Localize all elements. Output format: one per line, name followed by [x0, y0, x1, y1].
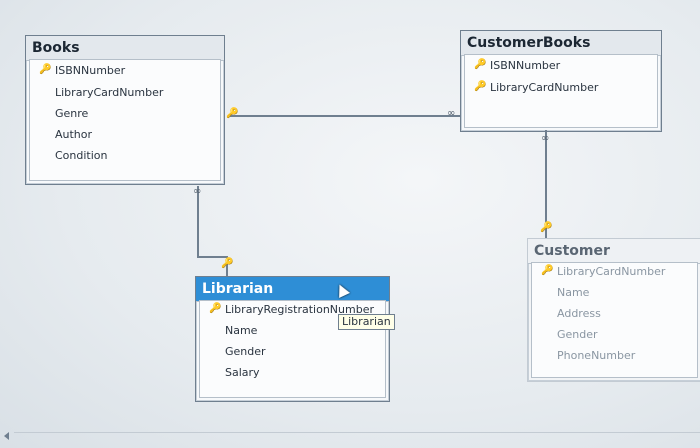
field-label: Salary	[225, 366, 260, 379]
field-label: ISBNNumber	[55, 64, 126, 77]
field-label: Gender	[225, 345, 266, 358]
field-label: ISBNNumber	[490, 59, 561, 72]
infinity-icon: ∞	[193, 186, 202, 197]
field-label: Genre	[55, 107, 89, 120]
key-icon: 🔑	[540, 222, 553, 233]
field-books-condition[interactable]: Condition	[55, 149, 108, 162]
key-icon: 🔑	[39, 64, 52, 75]
table-librarian-title: Librarian	[196, 277, 389, 302]
table-customerbooks-title: CustomerBooks	[461, 31, 661, 56]
key-icon: 🔑	[541, 265, 554, 276]
table-customer-fields: 🔑 LibraryCardNumber Name Address Gender …	[531, 262, 698, 378]
field-label: LibraryCardNumber	[55, 86, 164, 99]
field-label: Author	[55, 128, 93, 141]
field-books-genre[interactable]: Genre	[55, 107, 88, 120]
table-customer-title: Customer	[528, 239, 700, 264]
field-librarian-gender[interactable]: Gender	[225, 345, 266, 358]
key-icon: 🔑	[209, 303, 222, 314]
key-icon: 🔑	[474, 59, 487, 70]
relationship-books-customerbooks[interactable]	[230, 115, 460, 117]
field-customer-address[interactable]: Address	[557, 307, 601, 320]
tooltip-librarian: Librarian	[338, 314, 395, 330]
scroll-left-icon[interactable]	[4, 432, 9, 440]
field-customerbooks-librarycardnumber[interactable]: 🔑 LibraryCardNumber	[474, 81, 599, 94]
key-icon: 🔑	[474, 81, 487, 92]
field-books-librarycardnumber[interactable]: LibraryCardNumber	[55, 86, 163, 99]
key-icon: 🔑	[226, 108, 239, 119]
field-librarian-name[interactable]: Name	[225, 324, 257, 337]
table-books[interactable]: Books 🔑 ISBNNumber LibraryCardNumber Gen…	[25, 35, 225, 185]
table-books-title: Books	[26, 36, 224, 61]
field-label: Address	[557, 307, 601, 320]
field-customer-librarycardnumber[interactable]: 🔑 LibraryCardNumber	[541, 265, 666, 278]
field-label: LibraryCardNumber	[490, 81, 599, 94]
field-librarian-salary[interactable]: Salary	[225, 366, 260, 379]
field-label: Name	[557, 286, 590, 299]
key-icon: 🔑	[221, 258, 234, 269]
table-customer[interactable]: Customer 🔑 LibraryCardNumber Name Addres…	[527, 238, 700, 382]
field-customer-name[interactable]: Name	[557, 286, 589, 299]
field-label: Condition	[55, 149, 108, 162]
table-books-fields: 🔑 ISBNNumber LibraryCardNumber Genre Aut…	[29, 59, 221, 181]
field-books-isbnnumber[interactable]: 🔑 ISBNNumber	[39, 64, 126, 77]
field-customer-gender[interactable]: Gender	[557, 328, 598, 341]
field-label: Gender	[557, 328, 598, 341]
horizontal-scrollbar[interactable]	[14, 432, 700, 441]
field-label: Name	[225, 324, 258, 337]
table-customerbooks[interactable]: CustomerBooks 🔑 ISBNNumber 🔑 LibraryCard…	[460, 30, 662, 132]
field-label: PhoneNumber	[557, 349, 636, 362]
field-customerbooks-isbnnumber[interactable]: 🔑 ISBNNumber	[474, 59, 561, 72]
table-customerbooks-fields: 🔑 ISBNNumber 🔑 LibraryCardNumber	[464, 54, 658, 128]
table-librarian[interactable]: Librarian 🔑 LibraryRegistrationNumber Na…	[195, 276, 390, 402]
field-customer-phonenumber[interactable]: PhoneNumber	[557, 349, 635, 362]
infinity-icon: ∞	[447, 108, 456, 119]
field-label: LibraryCardNumber	[557, 265, 666, 278]
infinity-icon: ∞	[541, 133, 550, 144]
field-books-author[interactable]: Author	[55, 128, 92, 141]
